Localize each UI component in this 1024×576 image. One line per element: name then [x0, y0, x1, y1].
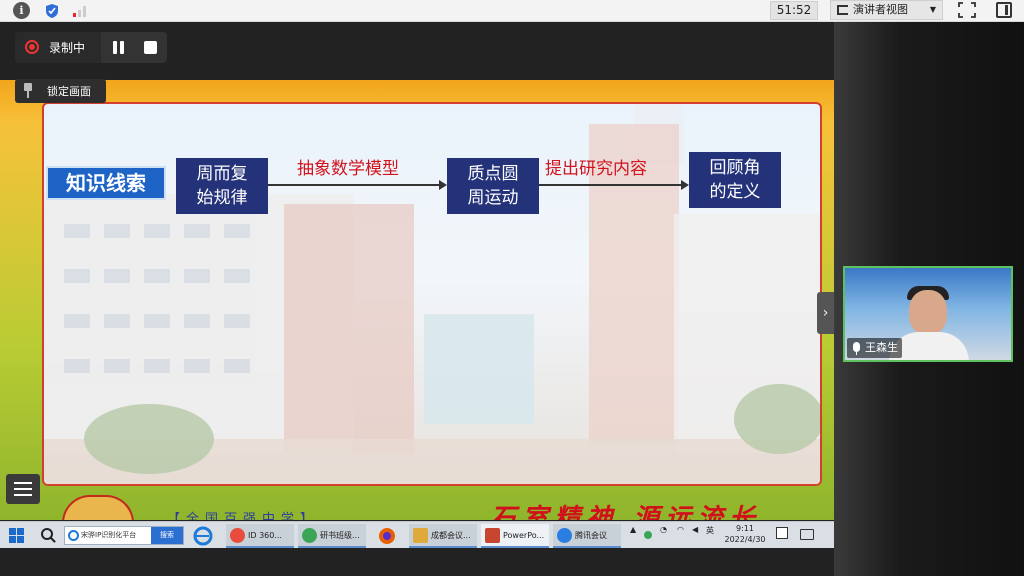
app-label: 研书班级...: [320, 531, 360, 540]
flow-node-angle-definition: 回顾角 的定义: [689, 152, 781, 208]
app-360-icon: [230, 528, 245, 543]
flow-arrow: [268, 180, 447, 190]
tray-network-icon[interactable]: ◔: [660, 525, 667, 534]
tray-app-icon[interactable]: [644, 531, 652, 539]
tray-expand-icon[interactable]: ▲: [630, 525, 636, 534]
recording-toolbar: 录制中: [15, 32, 167, 63]
app-class-icon: [302, 528, 317, 543]
presenter-view-icon: [837, 5, 848, 15]
taskbar-clock[interactable]: 9:11 2022/4/30: [720, 523, 770, 545]
menu-list-button[interactable]: [6, 474, 40, 504]
top-toolbar: i 51:52 演讲者视图 ▼: [0, 0, 1024, 22]
edge-browser-icon[interactable]: [193, 524, 215, 548]
taskbar-app-tencent-meeting[interactable]: 腾讯会议: [553, 524, 621, 548]
slide-footer-motto: 石室精神 源远流长: [490, 504, 762, 520]
flow-arrow: [539, 180, 689, 190]
taskbar-time: 9:11: [736, 524, 754, 533]
ime-indicator[interactable]: 英: [706, 525, 714, 536]
screen: i 51:52 演讲者视图 ▼ 知识线索 周而复 始规律 抽象数学模型 质点圆 …: [0, 0, 1024, 576]
flow-node-periodic-law: 周而复 始规律: [176, 158, 268, 214]
taskbar-app-powerpoint[interactable]: PowerPo...: [481, 524, 549, 548]
taskbar-date: 2022/4/30: [724, 535, 766, 544]
windows-start-icon[interactable]: [9, 528, 25, 544]
windows-taskbar: 宋骅IP识别化平台 搜索 ID 360... 研书班级... 成都会议... P…: [0, 521, 834, 548]
record-icon: [25, 40, 39, 54]
presentation-slide: 知识线索 周而复 始规律 抽象数学模型 质点圆 周运动 提出研究内容 回顾角 的…: [0, 80, 834, 520]
slide-footer-school: 【全国百强中学】: [167, 512, 320, 520]
app-label: PowerPo...: [503, 531, 545, 540]
powerpoint-icon: [485, 528, 500, 543]
pause-recording-button[interactable]: [110, 39, 128, 56]
shield-icon[interactable]: [43, 2, 60, 19]
app-label: 成都会议...: [431, 531, 471, 540]
lock-screen-button[interactable]: 锁定画面: [15, 79, 106, 103]
participant-video-tile[interactable]: 王森生: [843, 266, 1013, 362]
stop-recording-button[interactable]: [144, 41, 157, 54]
tray-volume-icon[interactable]: ◀: [692, 525, 698, 534]
signal-icon[interactable]: [71, 2, 88, 19]
chevron-down-icon: ▼: [929, 5, 936, 14]
microphone-icon: [853, 342, 860, 355]
meeting-timer: 51:52: [770, 1, 818, 20]
taskbar-app-folder[interactable]: 成都会议...: [409, 524, 477, 548]
lock-screen-label: 锁定画面: [47, 85, 91, 98]
flow-edge-label: 提出研究内容: [545, 159, 647, 179]
window-layout-icon[interactable]: [996, 2, 1012, 18]
ie-icon: [68, 530, 79, 541]
flow-node-circular-motion: 质点圆 周运动: [447, 158, 539, 214]
fullscreen-icon[interactable]: [958, 2, 976, 18]
school-emblem: [62, 495, 134, 520]
action-center-icon[interactable]: [800, 529, 814, 540]
participant-name: 王森生: [865, 341, 898, 354]
info-icon[interactable]: i: [13, 2, 30, 19]
campus-photo-background: 知识线索 周而复 始规律 抽象数学模型 质点圆 周运动 提出研究内容 回顾角 的…: [42, 102, 822, 486]
app-label: 腾讯会议: [575, 531, 607, 540]
recording-status[interactable]: 录制中: [15, 32, 101, 63]
participant-name-bar: 王森生: [847, 338, 902, 358]
tray-wifi-icon[interactable]: ◠: [677, 525, 684, 534]
tencent-meeting-icon: [557, 528, 572, 543]
flow-edge-label: 抽象数学模型: [297, 159, 399, 179]
firefox-icon[interactable]: [377, 524, 399, 548]
presenter-view-label: 演讲者视图: [853, 3, 908, 16]
folder-icon: [413, 528, 428, 543]
pin-icon: [23, 83, 33, 98]
collapse-panel-button[interactable]: ›: [817, 292, 834, 334]
presenter-view-dropdown[interactable]: 演讲者视图 ▼: [830, 0, 943, 20]
taskbar-search-button[interactable]: 搜索: [151, 527, 183, 544]
taskbar-app-360[interactable]: ID 360...: [226, 524, 294, 548]
recording-label: 录制中: [49, 41, 86, 55]
slide-title: 知识线索: [46, 166, 166, 200]
taskbar-search-text: 宋骅IP识别化平台: [81, 531, 137, 539]
taskbar-search-box[interactable]: 宋骅IP识别化平台 搜索: [64, 526, 184, 545]
notification-badge-icon[interactable]: [776, 527, 788, 539]
taskbar-app-class[interactable]: 研书班级...: [298, 524, 366, 548]
search-icon[interactable]: [41, 528, 53, 540]
participant-face: [909, 290, 947, 334]
app-label: ID 360...: [248, 531, 282, 540]
